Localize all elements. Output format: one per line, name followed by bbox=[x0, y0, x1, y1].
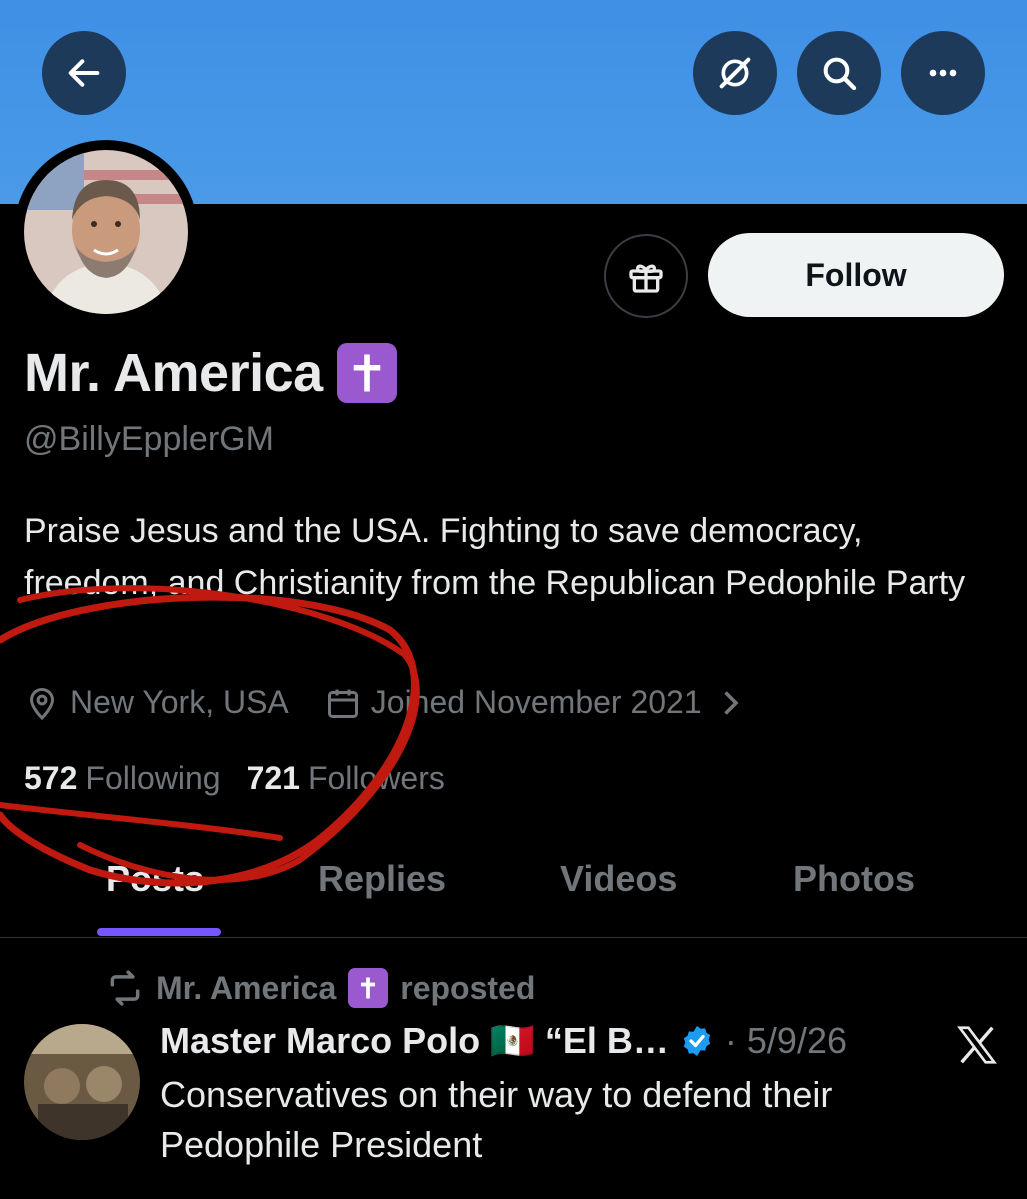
repost-label: reposted bbox=[400, 969, 536, 1006]
verified-badge-icon bbox=[683, 1026, 711, 1056]
tab-posts[interactable]: Posts bbox=[106, 858, 204, 900]
profile-bio: Praise Jesus and the USA. Fighting to sa… bbox=[24, 512, 966, 602]
location-text: New York, USA bbox=[70, 684, 289, 720]
back-button[interactable] bbox=[42, 31, 126, 115]
cross-badge-icon bbox=[336, 343, 397, 403]
followers-count: 721 bbox=[246, 760, 300, 796]
arrow-left-icon bbox=[68, 59, 100, 87]
repost-indicator: Mr. America reposted bbox=[106, 968, 535, 1008]
profile-meta: New York, USA Joined November 2021 bbox=[24, 684, 784, 721]
avatar-portrait bbox=[24, 150, 188, 314]
gift-icon bbox=[629, 264, 663, 293]
following-label: Following bbox=[85, 760, 221, 796]
cross-badge-icon bbox=[348, 968, 389, 1008]
search-icon bbox=[823, 57, 857, 91]
active-tab-indicator bbox=[97, 928, 221, 936]
post-text: Conservatives on their way to defend the… bbox=[160, 1074, 833, 1165]
post-header: Master Marco Polo 🇲🇽 “El B… · 5/9/26 bbox=[160, 1020, 847, 1062]
profile-handle: @BillyEpplerGM bbox=[24, 420, 274, 458]
profile-name: Mr. America bbox=[24, 343, 323, 403]
location-item: New York, USA bbox=[24, 684, 289, 721]
search-button[interactable] bbox=[797, 31, 881, 115]
location-pin-icon bbox=[29, 687, 55, 720]
followers-link[interactable]: 721 Followers bbox=[247, 760, 445, 797]
more-button[interactable] bbox=[901, 31, 985, 115]
repost-by-name[interactable]: Mr. America bbox=[156, 970, 336, 1007]
post-author-avatar[interactable] bbox=[24, 1024, 140, 1140]
profile-tabs: Posts Replies Videos Photos bbox=[0, 850, 1027, 938]
tab-photos[interactable]: Photos bbox=[793, 858, 915, 900]
calendar-icon bbox=[327, 689, 358, 718]
more-icon bbox=[929, 69, 957, 77]
chevron-right-icon bbox=[723, 690, 739, 715]
grok-icon bbox=[719, 57, 751, 89]
x-logo-icon bbox=[957, 1026, 997, 1064]
repost-icon bbox=[110, 970, 140, 1006]
gift-button[interactable] bbox=[604, 234, 688, 318]
profile-stats: 572 Following 721 Followers bbox=[24, 760, 471, 797]
post-author-name[interactable]: Master Marco Polo 🇲🇽 “El B… bbox=[160, 1020, 669, 1062]
following-count: 572 bbox=[24, 760, 78, 796]
post-date[interactable]: · 5/9/26 bbox=[725, 1020, 847, 1062]
following-link[interactable]: 572 Following bbox=[24, 760, 221, 797]
profile-avatar[interactable] bbox=[14, 140, 198, 324]
profile-name-row: Mr. America bbox=[24, 342, 397, 404]
follow-button[interactable]: Follow bbox=[708, 233, 1004, 317]
followers-label: Followers bbox=[307, 760, 445, 796]
joined-text: Joined November 2021 bbox=[370, 684, 702, 720]
tab-replies[interactable]: Replies bbox=[318, 858, 446, 900]
joined-item[interactable]: Joined November 2021 bbox=[325, 684, 748, 721]
tab-videos[interactable]: Videos bbox=[560, 858, 677, 900]
grok-button[interactable] bbox=[693, 31, 777, 115]
